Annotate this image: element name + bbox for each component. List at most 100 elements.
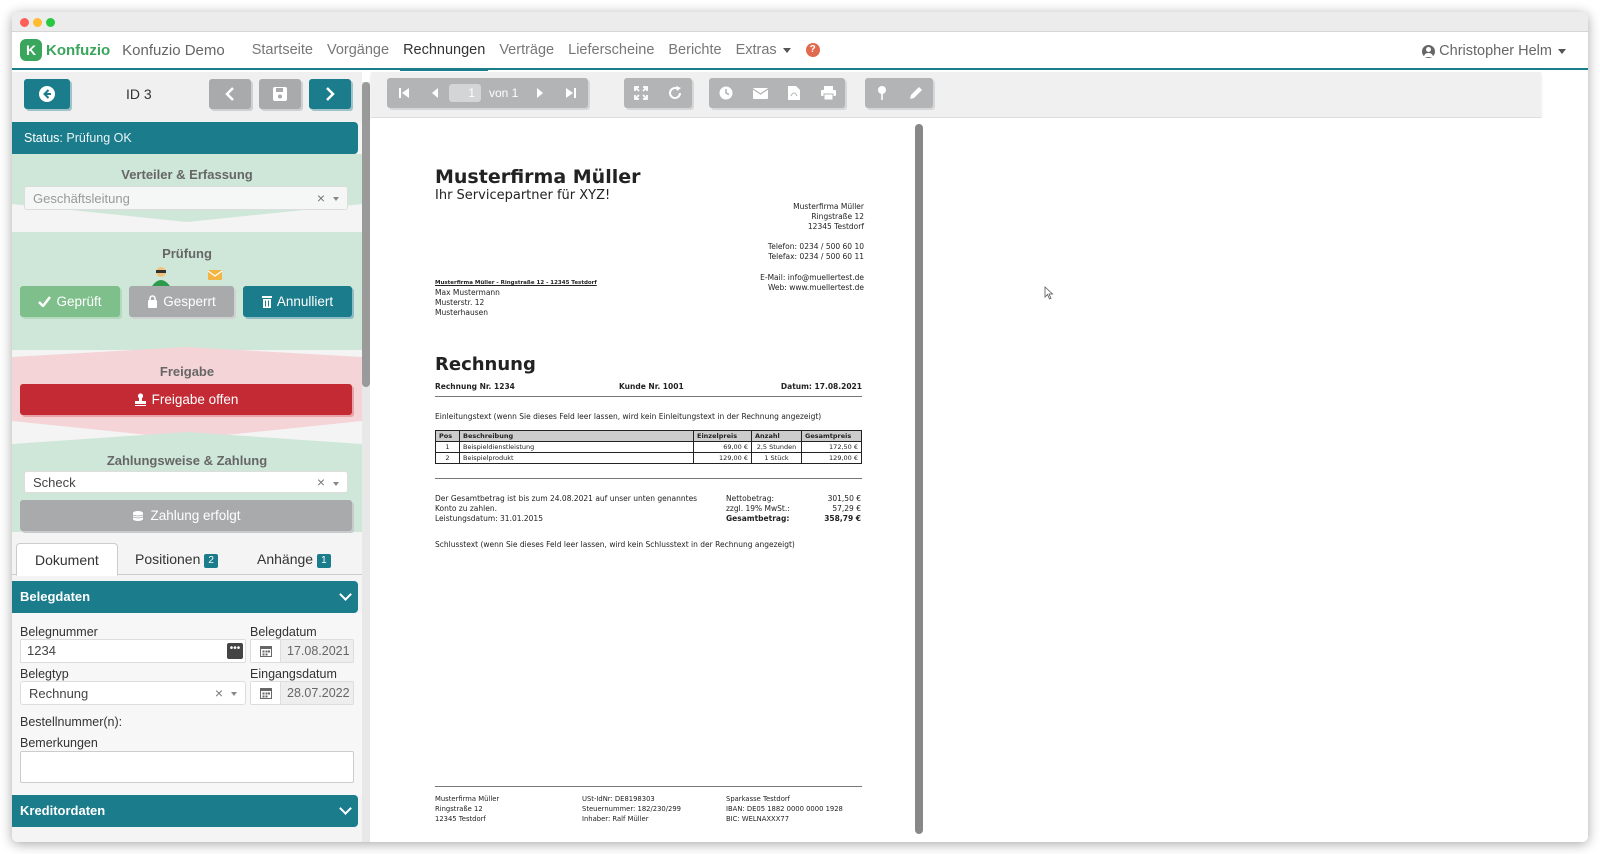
nav-lieferscheine[interactable]: Lieferscheine: [561, 31, 661, 69]
print-button[interactable]: [811, 78, 845, 108]
calendar-icon[interactable]: [251, 682, 281, 704]
last-page-button[interactable]: [554, 78, 588, 108]
save-button[interactable]: [259, 79, 301, 109]
next-page-button[interactable]: [526, 78, 554, 108]
previous-record-button[interactable]: [209, 79, 251, 109]
belegnummer-input[interactable]: 1234 •••: [20, 639, 246, 663]
doc-cell: Beispieldienstleistung: [459, 441, 694, 453]
calendar-icon[interactable]: [251, 640, 281, 662]
app-logo[interactable]: K Konfuzio: [20, 39, 110, 61]
more-options-icon[interactable]: •••: [227, 643, 243, 659]
tab-dokument[interactable]: Dokument: [16, 543, 118, 576]
doc-divider: [435, 478, 862, 479]
clear-icon[interactable]: ×: [317, 474, 325, 490]
page-number-input[interactable]: 1: [449, 84, 481, 102]
pin-button[interactable]: [865, 78, 899, 108]
nav-extras[interactable]: Extras: [729, 31, 798, 69]
status-prefix: Status:: [24, 131, 63, 145]
doc-divider: [435, 396, 862, 397]
nav-rechnungen[interactable]: Rechnungen: [396, 31, 492, 71]
doc-tagline: Ihr Servicepartner für XYZ!: [435, 188, 611, 203]
next-record-button[interactable]: [309, 79, 351, 109]
pruefung-section: Prüfung Geprüft Gesperrt Annulliert: [12, 232, 362, 360]
zahlung-title: Zahlungsweise & Zahlung: [106, 453, 268, 468]
first-page-button[interactable]: [387, 78, 421, 108]
doc-heading: Rechnung: [435, 354, 536, 375]
kreditordaten-header[interactable]: Kreditordaten: [12, 795, 358, 827]
doc-payment-line: Der Gesamtbetrag ist bis zum 24.08.2021 …: [435, 494, 698, 503]
doc-table-header-row: Pos Beschreibung Einzelpreis Anzahl Gesa…: [435, 430, 862, 442]
pdf-file-icon: [788, 86, 800, 100]
doc-cell: 1 Stück: [751, 452, 802, 464]
close-window-button[interactable]: [20, 18, 29, 27]
doc-footer-line: Sparkasse Testdorf: [726, 795, 791, 803]
annulliert-button[interactable]: Annulliert: [243, 286, 352, 317]
clear-icon[interactable]: ×: [215, 685, 223, 701]
bemerkungen-textarea[interactable]: [20, 751, 354, 783]
doc-col-header: Anzahl: [751, 430, 802, 442]
user-menu[interactable]: Christopher Helm: [1422, 32, 1566, 70]
doc-return-line: Musterfirma Müller - Ringstraße 12 - 123…: [435, 280, 597, 286]
document-canvas[interactable]: Musterfirma Müller Ihr Servicepartner fü…: [371, 118, 1588, 842]
doc-cell: 1: [435, 441, 460, 453]
geprueft-button[interactable]: Geprüft: [20, 286, 120, 317]
highlight-button[interactable]: [899, 78, 933, 108]
fit-page-button[interactable]: [624, 78, 658, 108]
minimize-window-button[interactable]: [33, 18, 42, 27]
rotate-button[interactable]: [658, 78, 692, 108]
maximize-window-button[interactable]: [46, 18, 55, 27]
pin-icon: [878, 86, 886, 100]
arrow-left-circle-icon: [39, 86, 55, 102]
doc-footer-line: IBAN: DE05 1882 0000 0000 1928: [726, 805, 843, 813]
zahlung-erfolgt-button[interactable]: Zahlung erfolgt: [20, 500, 352, 531]
detail-tabs: Dokument Positionen 2 Anhänge 1: [12, 539, 362, 576]
doc-totals-labels: Nettobetrag: zzgl. 19% MwSt.: Gesamtbetr…: [726, 494, 790, 524]
belegdaten-header[interactable]: Belegdaten: [12, 581, 358, 613]
clear-icon[interactable]: ×: [317, 190, 325, 206]
doc-footer-col2: USt-IdNr: DE8198303 Steuernummer: 182/23…: [582, 794, 681, 824]
doc-company-name: Musterfirma Müller: [435, 166, 641, 188]
document-scrollbar[interactable]: [915, 124, 923, 834]
pdf-button[interactable]: [777, 78, 811, 108]
freigabe-button[interactable]: Freigabe offen: [20, 384, 352, 415]
belegdatum-input[interactable]: 17.08.2021: [250, 639, 354, 663]
tab-positionen[interactable]: Positionen 2: [135, 543, 218, 576]
doc-total-value: 57,29 €: [832, 504, 861, 513]
doc-customer-number: Kunde Nr. 1001: [619, 382, 684, 391]
bemerkungen-label: Bemerkungen: [20, 736, 98, 750]
action-group: [709, 78, 845, 108]
doc-recipient-line: Musterstr. 12: [435, 298, 485, 307]
doc-recipient-line: Max Mustermann: [435, 288, 500, 297]
doc-contact-block: Telefon: 0234 / 500 60 10 Telefax: 0234 …: [768, 242, 864, 262]
nav-startseite[interactable]: Startseite: [245, 31, 320, 69]
verteiler-select[interactable]: Geschäftsleitung ×: [24, 186, 348, 210]
belegtyp-select[interactable]: Rechnung ×: [20, 681, 246, 705]
caret-left-icon: [432, 88, 438, 98]
previous-page-button[interactable]: [421, 78, 449, 108]
nav-vertraege[interactable]: Verträge: [492, 31, 561, 69]
left-panel-scroll-thumb[interactable]: [362, 82, 370, 387]
zahlungsweise-select[interactable]: Scheck ×: [24, 471, 348, 493]
doc-cell: 2,5 Stunden: [751, 441, 802, 453]
nav-berichte[interactable]: Berichte: [661, 31, 728, 69]
tab-anhaenge[interactable]: Anhänge 1: [257, 543, 331, 576]
konfuzio-logo-icon: K: [20, 39, 42, 61]
doc-cell: 69,00 €: [693, 441, 752, 453]
doc-sender-line: Musterfirma Müller: [793, 202, 864, 211]
eingangsdatum-input[interactable]: 28.07.2022: [250, 681, 354, 705]
stamp-icon: [134, 393, 146, 406]
gesperrt-button[interactable]: Gesperrt: [129, 286, 234, 317]
back-button[interactable]: [24, 79, 70, 109]
envelope-icon: [208, 270, 222, 280]
geprueft-label: Geprüft: [56, 294, 102, 309]
left-panel-scrollbar[interactable]: [362, 82, 370, 842]
verteiler-title: Verteiler & Erfassung: [121, 167, 253, 182]
history-button[interactable]: [709, 78, 743, 108]
doc-totals-values: 301,50 € 57,29 € 358,79 €: [824, 494, 861, 524]
email-button[interactable]: [743, 78, 777, 108]
nav-vorgaenge[interactable]: Vorgänge: [320, 31, 396, 69]
doc-footer-col1: Musterfirma Müller Ringstraße 12 12345 T…: [435, 794, 499, 824]
doc-cell: 129,00 €: [693, 452, 752, 464]
save-icon: [273, 87, 287, 101]
help-icon[interactable]: ?: [805, 43, 820, 57]
